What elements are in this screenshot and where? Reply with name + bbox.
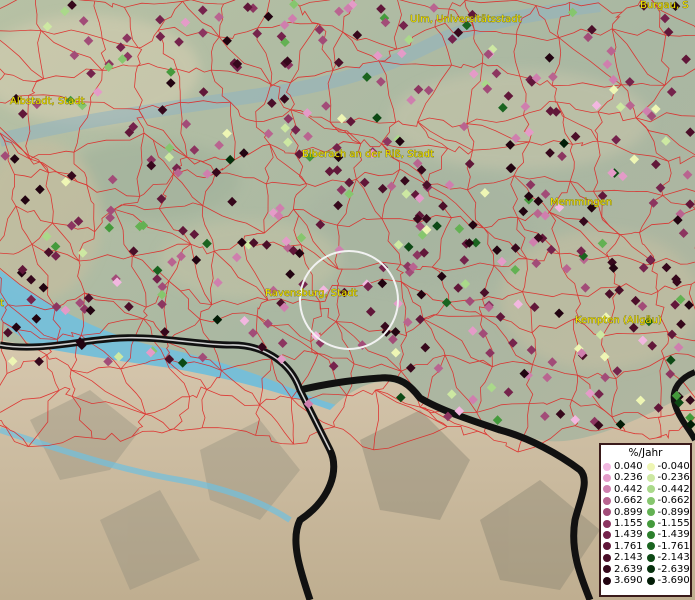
legend-negative-entry: -0.040 xyxy=(646,461,691,472)
legend-value: 0.040 xyxy=(614,461,643,472)
legend-value: 2.143 xyxy=(614,552,643,564)
legend-value: 0.662 xyxy=(614,495,643,507)
legend-value: -1.439 xyxy=(657,529,690,541)
legend-positive-entry: 0.236 xyxy=(603,472,647,483)
legend-swatch-icon xyxy=(603,519,611,528)
legend-positive-entry: 0.899 xyxy=(603,507,647,518)
legend-negative-entry: -0.662 xyxy=(646,495,691,507)
legend-value: -2.143 xyxy=(657,552,690,564)
legend-swatch-icon xyxy=(603,485,611,494)
legend-swatch-icon xyxy=(646,474,655,483)
legend-swatch-icon xyxy=(646,485,655,494)
legend-swatch-icon xyxy=(646,496,655,505)
city-label-albstadt: Albstadt, Stadt xyxy=(10,96,85,107)
legend-value: 0.236 xyxy=(614,472,643,484)
legend-negative-entry: -0.899 xyxy=(646,506,691,518)
city-label-partial: t xyxy=(0,298,4,309)
city-label-memmingen: Memmingen xyxy=(550,197,612,208)
legend-value: -2.639 xyxy=(657,563,690,575)
legend-title: %/Jahr xyxy=(628,447,663,459)
legend-negative-entry: -1.155 xyxy=(646,517,691,529)
legend-swatch-icon xyxy=(603,508,611,517)
legend-positive-entry: 1.155 xyxy=(603,518,647,529)
city-label-biberach: Biberach an der Riß, Stadt xyxy=(302,149,434,160)
legend-positive-entry: 1.439 xyxy=(603,529,647,540)
city-label-ravensburg: Ravensburg, Stadt xyxy=(265,288,358,299)
legend-positive-entry: 2.639 xyxy=(603,564,647,575)
legend-swatch-icon xyxy=(646,462,655,471)
legend-positive-entry: 2.143 xyxy=(603,552,647,563)
legend-positive-entry: 3.690 xyxy=(603,575,647,586)
legend-value: -0.442 xyxy=(657,483,690,495)
legend-value: 0.899 xyxy=(614,506,643,518)
legend-swatch-icon xyxy=(603,576,611,585)
city-label-ulm: Ulm, Universitätsstadt xyxy=(410,14,522,25)
legend-value: -3.690 xyxy=(657,574,690,586)
legend-value: 1.155 xyxy=(614,517,643,529)
legend-positive-entry: 0.442 xyxy=(603,484,647,495)
legend-swatch-icon xyxy=(646,576,655,585)
legend-positive-entry: 0.662 xyxy=(603,495,647,506)
legend-value: -0.662 xyxy=(657,495,690,507)
legend-value: 1.439 xyxy=(614,529,643,541)
legend-value: -0.236 xyxy=(657,472,690,484)
legend-value: -1.761 xyxy=(657,540,690,552)
legend-value: 3.690 xyxy=(614,574,643,586)
legend-swatch-icon xyxy=(646,542,655,551)
legend-swatch-icon xyxy=(603,542,611,551)
legend: %/Jahr 0.040 0.236 0.442 0.662 0.899 1.155 1.4… xyxy=(599,443,692,597)
legend-negative-entry: -3.690 xyxy=(646,574,691,586)
legend-negative-entry: -0.442 xyxy=(646,483,691,495)
legend-swatch-icon xyxy=(646,553,655,562)
legend-negative-entry: -2.143 xyxy=(646,552,691,564)
city-label-burgau: Burgau, S xyxy=(640,0,689,11)
legend-swatch-icon xyxy=(603,462,611,471)
legend-negative-column: -0.040 -0.236 -0.442 -0.662 -0.899 -1.155 -1.4… xyxy=(646,461,691,586)
legend-positive-entry: 1.761 xyxy=(603,541,647,552)
legend-positive-column: 0.040 0.236 0.442 0.662 0.899 1.155 1.439 1.761… xyxy=(603,461,647,586)
legend-swatch-icon xyxy=(603,565,611,574)
legend-value: 1.761 xyxy=(614,540,643,552)
map-canvas[interactable]: Ulm, Universitätsstadt Burgau, S Albstad… xyxy=(0,0,695,600)
legend-negative-entry: -0.236 xyxy=(646,472,691,484)
legend-negative-entry: -1.761 xyxy=(646,540,691,552)
legend-swatch-icon xyxy=(646,519,655,528)
legend-value: -0.040 xyxy=(657,461,690,472)
legend-value: 2.639 xyxy=(614,563,643,575)
legend-swatch-icon xyxy=(603,496,611,505)
legend-swatch-icon xyxy=(603,474,611,483)
legend-value: 0.442 xyxy=(614,483,643,495)
legend-value: -1.155 xyxy=(657,517,690,529)
legend-swatch-icon xyxy=(646,508,655,517)
legend-swatch-icon xyxy=(646,565,655,574)
legend-swatch-icon xyxy=(603,553,611,562)
legend-negative-entry: -2.639 xyxy=(646,563,691,575)
legend-swatch-icon xyxy=(603,531,611,540)
city-label-kempten: Kempten (Allgäu) xyxy=(575,315,662,326)
legend-positive-entry: 0.040 xyxy=(603,461,647,472)
legend-swatch-icon xyxy=(646,531,655,540)
legend-value: -0.899 xyxy=(657,506,690,518)
legend-negative-entry: -1.439 xyxy=(646,529,691,541)
